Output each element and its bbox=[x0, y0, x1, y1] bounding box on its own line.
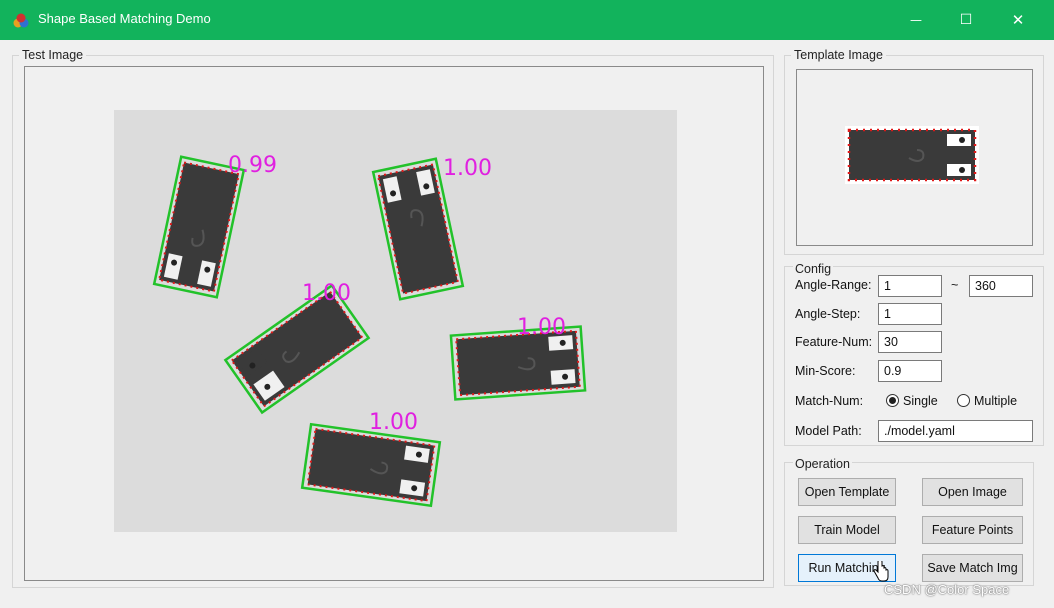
open-image-button-label: Open Image bbox=[938, 485, 1007, 499]
match-num-single-radio[interactable] bbox=[886, 394, 899, 407]
test-image-group: Test Image 0.99 1.00 1.00 1.00 1.00 bbox=[12, 48, 774, 588]
match-score-label: 1.00 bbox=[302, 281, 351, 306]
maximize-button[interactable]: ☐ bbox=[943, 0, 989, 40]
min-score-label: Min-Score: bbox=[795, 364, 856, 378]
close-button[interactable]: ✕ bbox=[995, 0, 1041, 40]
match-num-single-label[interactable]: Single bbox=[903, 394, 938, 408]
operation-label: Operation bbox=[793, 457, 852, 471]
match-num-label: Match-Num: bbox=[795, 394, 864, 408]
angle-range-min-input[interactable] bbox=[878, 275, 942, 297]
save-match-img-button[interactable]: Save Match Img bbox=[922, 554, 1023, 582]
close-icon: ✕ bbox=[1011, 11, 1025, 29]
angle-range-label: Angle-Range: bbox=[795, 278, 872, 292]
feature-points-button-label: Feature Points bbox=[931, 523, 1014, 537]
app-window: Shape Based Matching Demo — ☐ ✕ Test Ima… bbox=[0, 0, 1054, 608]
config-label: Config bbox=[793, 262, 834, 276]
minimize-button[interactable]: — bbox=[893, 0, 939, 40]
match-score-label: 0.99 bbox=[228, 153, 277, 178]
save-match-img-button-label: Save Match Img bbox=[927, 561, 1018, 575]
open-template-button[interactable]: Open Template bbox=[798, 478, 896, 506]
operation-group: Operation Open Template Open Image Train… bbox=[784, 457, 1034, 586]
template-part bbox=[847, 128, 977, 182]
test-image-render: 0.99 1.00 1.00 1.00 1.00 bbox=[114, 110, 677, 532]
template-image-render bbox=[845, 126, 979, 184]
test-image-view: 0.99 1.00 1.00 1.00 1.00 bbox=[24, 66, 764, 581]
template-image-view bbox=[796, 69, 1033, 246]
maximize-icon: ☐ bbox=[959, 12, 973, 28]
train-model-button-label: Train Model bbox=[814, 523, 880, 537]
min-score-input[interactable] bbox=[878, 360, 942, 382]
angle-step-input[interactable] bbox=[878, 303, 942, 325]
template-image-group: Template Image bbox=[784, 48, 1044, 255]
template-image-label: Template Image bbox=[791, 48, 886, 62]
match-score-label: 1.00 bbox=[369, 410, 418, 435]
window-title: Shape Based Matching Demo bbox=[38, 11, 211, 26]
title-bar[interactable]: Shape Based Matching Demo — ☐ ✕ bbox=[0, 0, 1054, 40]
app-icon bbox=[13, 13, 29, 28]
model-path-label: Model Path: bbox=[795, 424, 862, 438]
match-score-label: 1.00 bbox=[443, 156, 492, 181]
test-image-label: Test Image bbox=[19, 48, 87, 62]
model-path-input[interactable] bbox=[878, 420, 1033, 442]
train-model-button[interactable]: Train Model bbox=[798, 516, 896, 544]
match-num-multiple-label[interactable]: Multiple bbox=[974, 394, 1017, 408]
hand-cursor-icon bbox=[873, 561, 889, 582]
config-group: Config Angle-Range: ~ Angle-Step: Featur… bbox=[784, 262, 1044, 446]
feature-points-button[interactable]: Feature Points bbox=[922, 516, 1023, 544]
angle-range-max-input[interactable] bbox=[969, 275, 1033, 297]
open-image-button[interactable]: Open Image bbox=[922, 478, 1023, 506]
feature-num-input[interactable] bbox=[878, 331, 942, 353]
angle-step-label: Angle-Step: bbox=[795, 307, 861, 321]
match-num-multiple-radio[interactable] bbox=[957, 394, 970, 407]
angle-range-separator: ~ bbox=[951, 278, 959, 292]
match-score-label: 1.00 bbox=[517, 315, 566, 340]
watermark-text: CSDN @Color Space bbox=[884, 582, 1010, 597]
open-template-button-label: Open Template bbox=[804, 485, 890, 499]
minimize-icon: — bbox=[910, 13, 922, 27]
feature-num-label: Feature-Num: bbox=[795, 335, 873, 349]
